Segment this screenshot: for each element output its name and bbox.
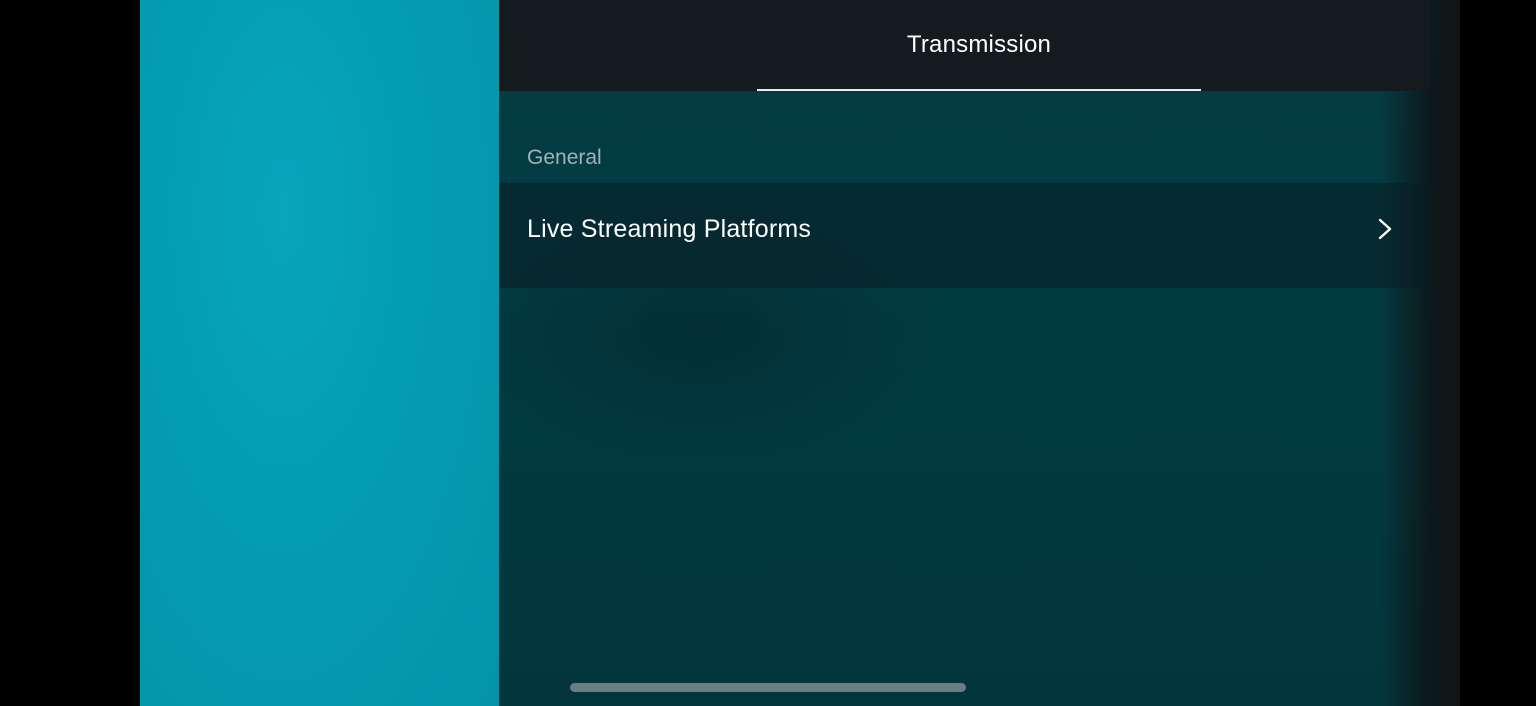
chevron-right-icon (1378, 218, 1392, 240)
live-streaming-platforms-row[interactable]: Live Streaming Platforms (499, 183, 1429, 288)
row-label: Live Streaming Platforms (527, 215, 812, 243)
screen: Transmission General Live Streaming Plat… (0, 0, 1536, 706)
panel-edge-shade (1380, 0, 1460, 706)
tab-selected-underline (757, 89, 1201, 91)
tab-label: Transmission (906, 31, 1052, 58)
screen-edge (1460, 0, 1536, 706)
section-header-general: General (527, 146, 602, 169)
tab-transmission[interactable]: Transmission (757, 0, 1201, 91)
settings-panel (499, 0, 1460, 706)
camera-preview[interactable] (140, 0, 499, 706)
home-indicator[interactable] (570, 683, 966, 692)
